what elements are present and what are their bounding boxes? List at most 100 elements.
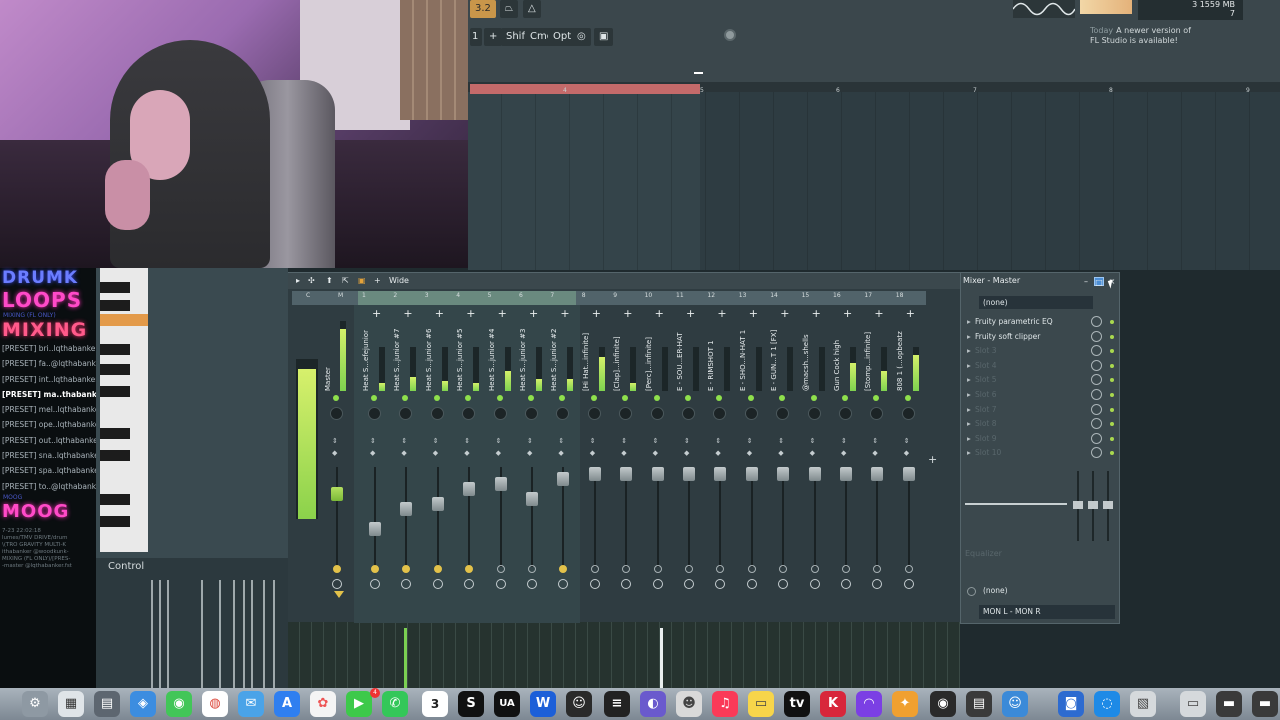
add-effect-icon[interactable]: + xyxy=(843,307,852,320)
master-led[interactable] xyxy=(333,395,339,401)
track-name[interactable]: Heat S...junior #2 xyxy=(550,325,564,391)
eq-band-slider[interactable] xyxy=(1073,471,1083,541)
mix-knob-icon[interactable] xyxy=(1091,345,1102,357)
slot-enable-led[interactable] xyxy=(1110,407,1114,412)
slot-name[interactable]: Slot 10 xyxy=(975,448,1001,457)
send-icon[interactable] xyxy=(904,565,913,573)
note-event[interactable] xyxy=(404,628,407,688)
send-icon[interactable] xyxy=(496,565,505,573)
eq-band-slider[interactable] xyxy=(1088,471,1098,541)
mixer-track[interactable]: + Heat S...efejunior ⇕ ◆ xyxy=(362,307,392,607)
chrome-icon[interactable]: ◍ xyxy=(202,691,228,717)
master-send-icon[interactable] xyxy=(333,565,341,573)
mix-knob-icon[interactable] xyxy=(1091,447,1102,459)
mixer-track[interactable]: + Gun Cock high ⇕ ◆ xyxy=(833,307,863,607)
stereo-separation-icon[interactable]: ⇕ ◆ xyxy=(872,435,878,459)
effect-slot[interactable]: ▸ Slot 3 xyxy=(967,344,1117,358)
safari-icon[interactable]: ◈ xyxy=(130,691,156,717)
mix-knob-icon[interactable] xyxy=(1091,389,1102,400)
route-knob[interactable] xyxy=(370,579,380,589)
arrow-icon[interactable]: ▸ xyxy=(296,273,300,289)
preset-item[interactable]: [PRESET] sna..lqthabanker xyxy=(0,448,96,463)
appstore-icon[interactable]: A xyxy=(274,691,300,717)
volume-fader[interactable] xyxy=(588,467,601,481)
selected-key[interactable] xyxy=(100,314,148,326)
route-knob[interactable] xyxy=(809,579,820,589)
track-name[interactable]: [Hi Hat...infinite] xyxy=(582,325,596,391)
add-effect-icon[interactable]: + xyxy=(749,307,758,320)
control-bar[interactable] xyxy=(201,580,203,688)
add-effect-icon[interactable]: + xyxy=(655,307,664,320)
pan-knob[interactable] xyxy=(462,407,476,420)
add-effect-icon[interactable]: + xyxy=(906,307,915,320)
add-track-icon[interactable]: + xyxy=(928,453,937,466)
send-icon[interactable] xyxy=(653,565,662,573)
control-bar[interactable] xyxy=(251,580,253,688)
slot-enable-led[interactable] xyxy=(1110,363,1114,368)
output-select[interactable]: (none) xyxy=(983,586,1008,595)
add-effect-icon[interactable]: + xyxy=(812,307,821,320)
effect-slot[interactable]: ▸ Slot 7 xyxy=(967,403,1117,417)
volume-fader[interactable] xyxy=(683,467,695,481)
master-pan-knob[interactable] xyxy=(330,407,343,420)
fl-studio-icon[interactable]: ✦ xyxy=(892,691,918,717)
studio-icon[interactable]: S xyxy=(458,691,484,717)
preset-item[interactable]: [PRESET] bri..lqthabanker xyxy=(0,341,96,356)
stereo-separation-icon[interactable]: ⇕ ◆ xyxy=(747,435,753,459)
volume-fader[interactable] xyxy=(777,467,790,481)
record-icon[interactable]: ◎ xyxy=(572,28,591,46)
stereo-separation-icon[interactable]: ⇕ ◆ xyxy=(904,435,910,459)
messages-icon[interactable]: ◉ xyxy=(166,691,192,717)
effect-slot[interactable]: ▸ Slot 8 xyxy=(967,417,1117,431)
effect-slot[interactable]: ▸ Slot 4 xyxy=(967,359,1117,373)
pan-knob[interactable] xyxy=(807,407,821,420)
route-knob[interactable] xyxy=(684,579,694,589)
mixer-track[interactable]: + E - SHO...N-HAT 1 ⇕ ◆ xyxy=(739,307,769,607)
add-icon[interactable]: + xyxy=(484,28,503,46)
volume-fader[interactable] xyxy=(494,477,507,491)
mix-knob-icon[interactable] xyxy=(1091,330,1102,342)
facetime-icon[interactable]: ▶ xyxy=(346,691,372,717)
track-enable-led[interactable] xyxy=(402,395,409,401)
add-effect-icon[interactable]: + xyxy=(623,307,632,320)
minimize-icon[interactable]: – xyxy=(1081,277,1091,286)
track-enable-led[interactable] xyxy=(465,395,472,401)
update-notice[interactable]: Today A newer version of FL Studio is ava… xyxy=(1090,26,1191,46)
pan-knob[interactable] xyxy=(587,407,601,420)
expand-icon[interactable]: ▸ xyxy=(967,388,975,402)
pan-knob[interactable] xyxy=(744,407,758,420)
expand-icon[interactable]: ▸ xyxy=(967,344,975,358)
add-effect-icon[interactable]: + xyxy=(403,307,412,320)
track-enable-led[interactable] xyxy=(716,395,723,401)
stereo-separation-icon[interactable]: ⇕ ◆ xyxy=(778,435,784,459)
track-name[interactable]: 808 1 (...opbeatz xyxy=(896,325,910,391)
pan-knob[interactable] xyxy=(619,407,633,420)
route-knob[interactable] xyxy=(715,579,726,589)
track-name[interactable]: [Perc]...infinite] xyxy=(645,325,659,391)
expand-icon[interactable]: ▸ xyxy=(967,315,975,329)
volume-fader[interactable] xyxy=(714,467,727,481)
mixer-titlebar[interactable]: ▸ ✣ ⬆ ⇱ ▣ + Wide xyxy=(288,273,960,289)
send-icon[interactable] xyxy=(779,565,788,573)
effect-slot[interactable]: ▸ Slot 10 xyxy=(967,446,1117,460)
mixer-track[interactable]: + Heat S...junior #3 ⇕ ◆ xyxy=(519,307,549,607)
volume-fader[interactable] xyxy=(871,467,884,481)
notes-icon[interactable]: ▭ xyxy=(748,691,774,717)
slot-name[interactable]: Slot 7 xyxy=(975,405,997,414)
black-key[interactable] xyxy=(100,282,130,293)
control-bar[interactable] xyxy=(273,580,275,688)
track-enable-led[interactable] xyxy=(904,395,911,401)
mixer-track[interactable]: + Heat S...junior #4 ⇕ ◆ xyxy=(488,307,518,607)
route-knob[interactable] xyxy=(778,579,789,589)
volume-fader[interactable] xyxy=(620,467,633,481)
master-route-arrow[interactable] xyxy=(334,591,344,598)
stereo-separation-icon[interactable]: ⇕ ◆ xyxy=(621,435,627,459)
add-effect-icon[interactable]: + xyxy=(466,307,475,320)
send-icon[interactable] xyxy=(716,565,725,573)
slot-name[interactable]: Fruity parametric EQ xyxy=(975,317,1053,326)
mixer-track[interactable]: + @macsh...shells ⇕ ◆ xyxy=(802,307,832,607)
expand-icon[interactable]: ▸ xyxy=(967,417,975,431)
cd-icon[interactable] xyxy=(724,29,736,41)
route-knob[interactable] xyxy=(558,579,569,589)
pan-knob[interactable] xyxy=(368,407,381,420)
